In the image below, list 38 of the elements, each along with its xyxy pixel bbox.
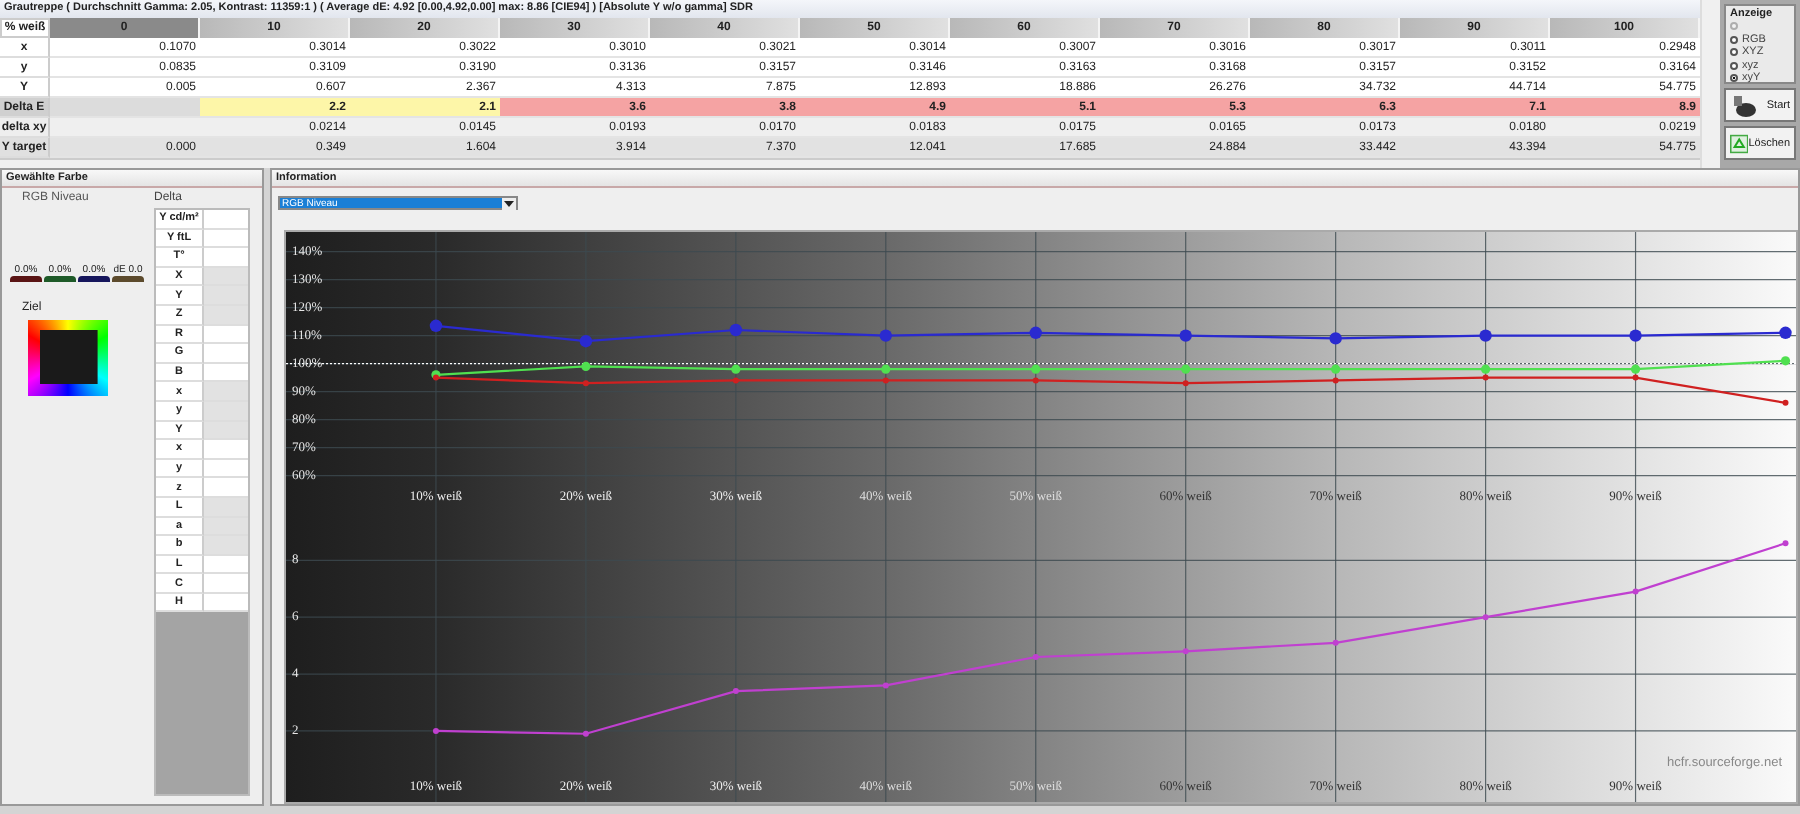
point	[1632, 588, 1639, 595]
point	[1329, 332, 1342, 345]
point	[1629, 329, 1642, 342]
point	[882, 377, 889, 384]
point	[1782, 540, 1789, 547]
point	[1332, 639, 1339, 646]
point	[432, 727, 439, 734]
point	[579, 335, 593, 348]
point	[1630, 364, 1641, 374]
point	[1032, 377, 1039, 384]
point	[1181, 364, 1191, 374]
point	[582, 730, 589, 737]
point	[581, 361, 591, 371]
point	[1779, 326, 1792, 339]
point	[729, 323, 743, 337]
point	[1782, 399, 1789, 406]
point	[1331, 364, 1341, 374]
point	[1479, 329, 1492, 342]
point	[1031, 364, 1041, 374]
point	[731, 364, 741, 374]
point	[1482, 614, 1489, 621]
point	[1182, 648, 1189, 655]
point	[1032, 654, 1039, 660]
point	[582, 380, 589, 387]
point	[429, 319, 443, 332]
point	[1780, 356, 1791, 366]
point	[1632, 374, 1639, 381]
point	[879, 329, 892, 342]
point	[732, 688, 739, 695]
point	[1182, 380, 1189, 387]
point	[1481, 364, 1491, 374]
point	[881, 364, 891, 374]
point	[1332, 377, 1339, 384]
point	[1179, 329, 1192, 342]
point	[882, 682, 889, 689]
point	[732, 377, 739, 384]
point	[1482, 374, 1489, 381]
point	[1029, 326, 1042, 339]
